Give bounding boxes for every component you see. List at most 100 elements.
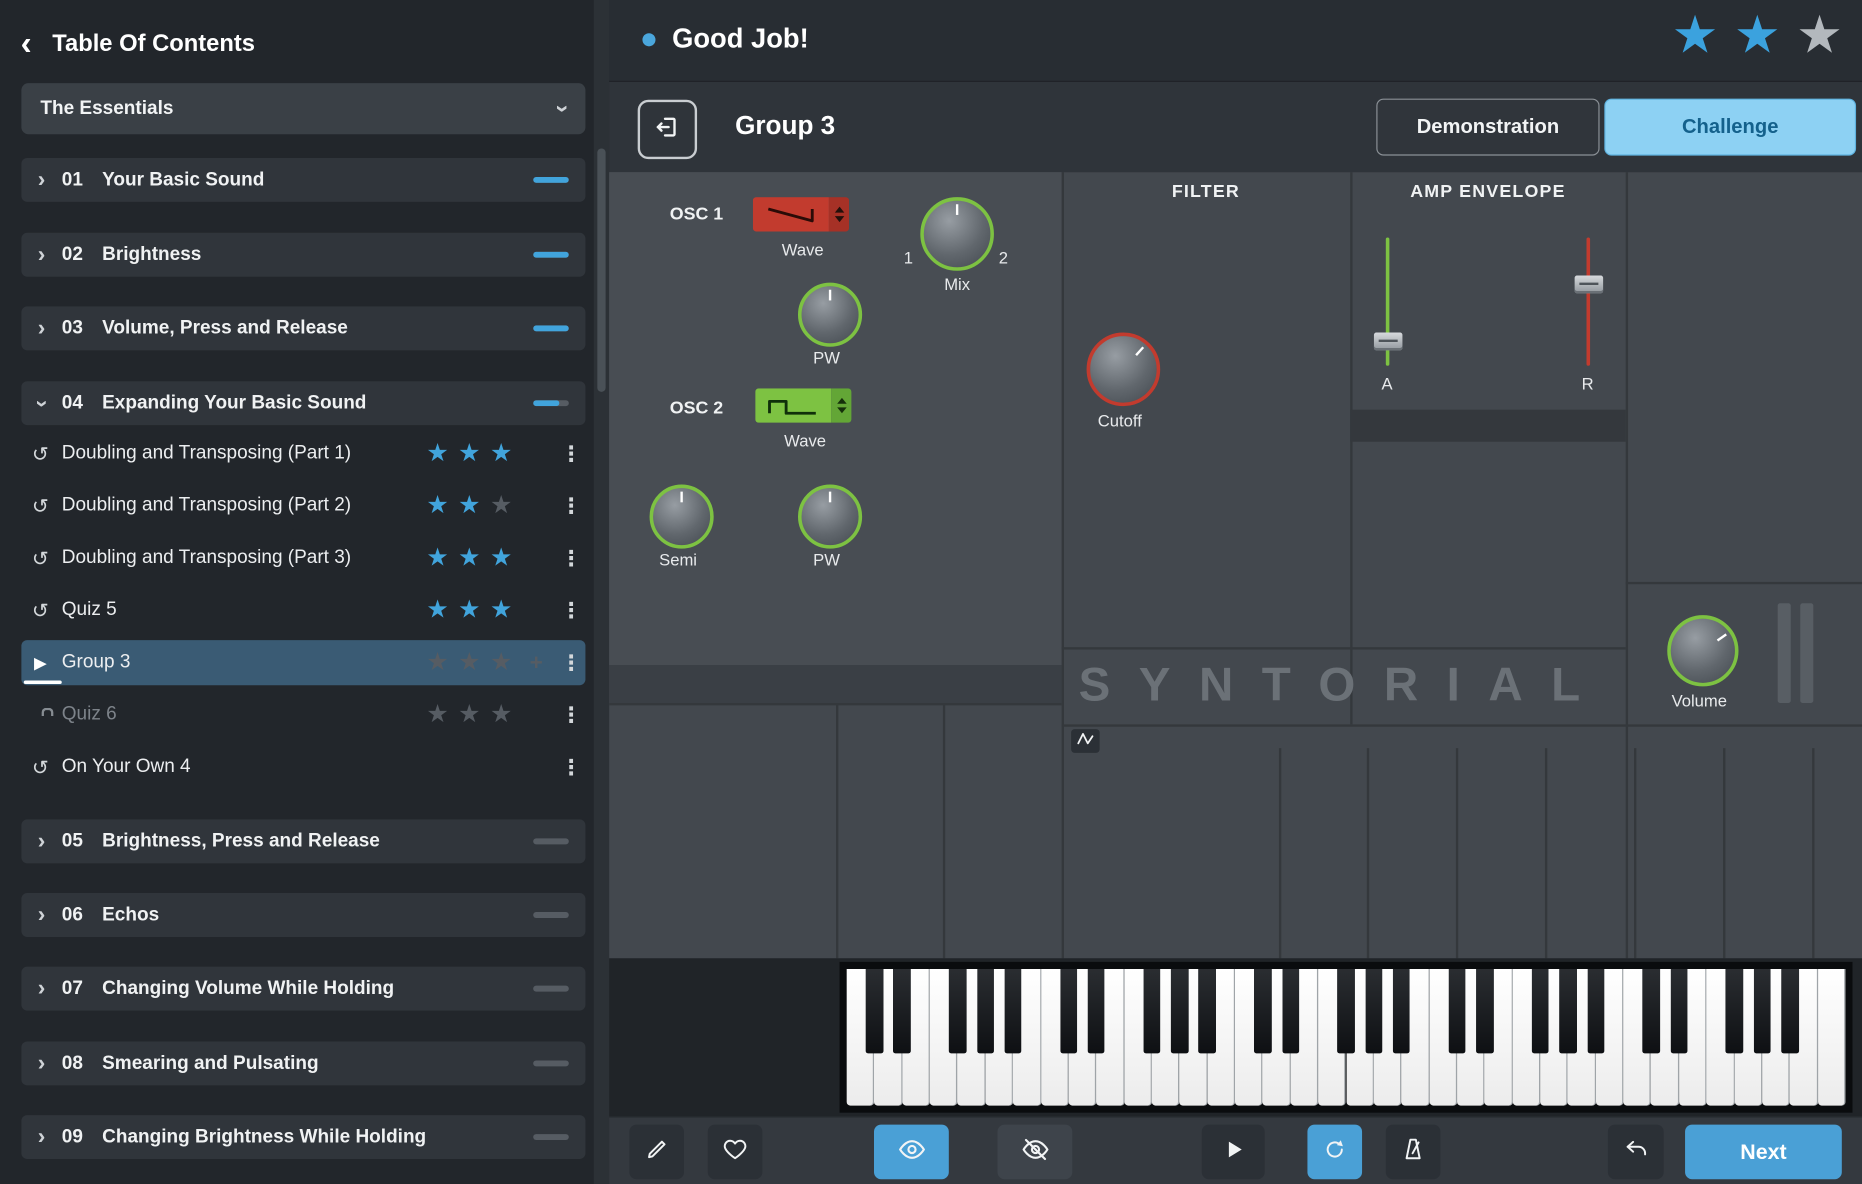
black-key[interactable] (866, 969, 883, 1054)
sidebar-section-04[interactable]: › 04 Expanding Your Basic Sound (21, 381, 585, 425)
black-key[interactable] (1199, 969, 1216, 1054)
black-key[interactable] (1726, 969, 1743, 1054)
black-key[interactable] (1060, 969, 1077, 1054)
black-key[interactable] (1143, 969, 1160, 1054)
demonstration-button[interactable]: Demonstration (1376, 99, 1599, 156)
section-title: Volume, Press and Release (102, 318, 533, 339)
black-key[interactable] (1254, 969, 1271, 1054)
lesson-doubling-part-1[interactable]: ↺ Doubling and Transposing (Part 1) ★ ★ … (21, 431, 585, 476)
white-key[interactable] (1818, 969, 1846, 1106)
black-key[interactable] (1088, 969, 1105, 1054)
loop-icon (1322, 1136, 1348, 1168)
lesson-doubling-part-2[interactable]: ↺ Doubling and Transposing (Part 2) ★ ★ … (21, 483, 585, 528)
section-number: 06 (62, 904, 102, 925)
challenge-button[interactable]: Challenge (1604, 99, 1856, 156)
lesson-label: Group 3 (62, 652, 131, 673)
mix-knob[interactable] (920, 197, 994, 271)
sidebar-section-07[interactable]: › 07 Changing Volume While Holding (21, 967, 585, 1011)
amp-envelope-header: AMP ENVELOPE (1350, 182, 1626, 202)
volume-knob[interactable] (1667, 615, 1738, 686)
app-root: ‹ Table Of Contents The Essentials › › 0… (0, 0, 1862, 1184)
osc1-pw-label: PW (797, 348, 856, 367)
piano-keyboard (840, 962, 1853, 1113)
kebab-menu-icon[interactable]: ⋮ (559, 546, 583, 571)
black-key[interactable] (1282, 969, 1299, 1054)
kebab-menu-icon[interactable]: ⋮ (559, 494, 583, 519)
black-key[interactable] (1754, 969, 1771, 1054)
cutoff-label: Cutoff (1072, 411, 1167, 430)
exit-lesson-button[interactable] (638, 100, 697, 159)
lesson-group-3-selected[interactable]: ▶ Group 3 ★ ★ ★ + ⋮ (21, 640, 585, 685)
synth-panel: OSC 1 Wave 1 2 Mix PW OSC 2 (609, 172, 1862, 958)
mix-max-label: 2 (994, 248, 1013, 267)
scrollbar-thumb[interactable] (597, 148, 605, 391)
osc2-pw-knob[interactable] (798, 485, 862, 549)
black-key[interactable] (1171, 969, 1188, 1054)
black-key[interactable] (1393, 969, 1410, 1054)
sidebar-section-03[interactable]: › 03 Volume, Press and Release (21, 306, 585, 350)
black-key[interactable] (894, 969, 911, 1054)
metronome-button[interactable] (1386, 1125, 1441, 1180)
loop-button[interactable] (1307, 1125, 1362, 1180)
sidebar-section-01[interactable]: › 01 Your Basic Sound (21, 158, 585, 202)
black-key[interactable] (1005, 969, 1022, 1054)
hide-button[interactable] (998, 1125, 1073, 1180)
panel-divider (1062, 647, 1626, 649)
black-key[interactable] (1670, 969, 1687, 1054)
black-key[interactable] (1365, 969, 1382, 1054)
undo-button[interactable] (1608, 1125, 1664, 1180)
cutoff-knob[interactable] (1087, 333, 1161, 407)
chevron-right-icon: › (21, 976, 61, 1002)
semi-knob[interactable] (650, 485, 714, 549)
back-icon[interactable]: ‹ (0, 21, 52, 66)
black-key[interactable] (949, 969, 966, 1054)
kebab-menu-icon[interactable]: ⋮ (559, 442, 583, 467)
sidebar-section-06[interactable]: › 06 Echos (21, 893, 585, 937)
play-button[interactable] (1202, 1125, 1265, 1180)
sidebar-section-02[interactable]: › 02 Brightness (21, 233, 585, 277)
pencil-button[interactable] (629, 1125, 684, 1180)
semi-label: Semi (642, 550, 713, 569)
sidebar-section-05[interactable]: › 05 Brightness, Press and Release (21, 819, 585, 863)
lesson-quiz-5[interactable]: ↺ Quiz 5 ★ ★ ★ ⋮ (21, 588, 585, 633)
kebab-menu-icon[interactable]: ⋮ (559, 703, 583, 728)
kebab-menu-icon[interactable]: ⋮ (559, 651, 583, 676)
section-title: Echos (102, 904, 533, 925)
wave-spinner[interactable] (831, 388, 851, 422)
star-icon: ★ (1672, 7, 1719, 64)
osc1-pw-knob[interactable] (798, 283, 862, 347)
sidebar-scrollbar[interactable] (594, 0, 609, 1184)
grid-divider (1456, 748, 1458, 958)
black-key[interactable] (977, 969, 994, 1054)
sidebar-section-08[interactable]: › 08 Smearing and Pulsating (21, 1041, 585, 1085)
grid-divider (1634, 748, 1636, 958)
osc2-wave-selector[interactable] (755, 388, 851, 422)
kebab-menu-icon[interactable]: ⋮ (559, 755, 583, 780)
black-key[interactable] (1337, 969, 1354, 1054)
waveform-display-button[interactable] (1071, 729, 1100, 753)
black-key[interactable] (1643, 969, 1660, 1054)
attack-slider-thumb[interactable] (1374, 333, 1403, 351)
lesson-on-your-own-4[interactable]: ↺ On Your Own 4 ⋮ (21, 745, 585, 790)
black-key[interactable] (1532, 969, 1549, 1054)
osc1-wave-selector[interactable] (753, 197, 849, 231)
kebab-menu-icon[interactable]: ⋮ (559, 599, 583, 624)
show-button[interactable] (874, 1125, 949, 1180)
black-key[interactable] (1476, 969, 1493, 1054)
black-key[interactable] (1559, 969, 1576, 1054)
lesson-label: On Your Own 4 (62, 756, 191, 777)
syntorial-window: ‹ Table Of Contents The Essentials › › 0… (0, 0, 1862, 1184)
sidebar-section-09[interactable]: › 09 Changing Brightness While Holding (21, 1115, 585, 1159)
favorite-button[interactable] (708, 1125, 763, 1180)
wave-spinner[interactable] (829, 197, 849, 231)
lesson-doubling-part-3[interactable]: ↺ Doubling and Transposing (Part 3) ★ ★ … (21, 536, 585, 581)
star-icon: ★ (426, 597, 448, 622)
next-button[interactable]: Next (1685, 1125, 1842, 1180)
release-slider-thumb[interactable] (1575, 276, 1604, 294)
black-key[interactable] (1781, 969, 1798, 1054)
course-dropdown[interactable]: The Essentials › (21, 83, 585, 134)
osc2-pw-label: PW (797, 550, 856, 569)
black-key[interactable] (1448, 969, 1465, 1054)
black-key[interactable] (1587, 969, 1604, 1054)
panel-divider (1626, 172, 1628, 958)
